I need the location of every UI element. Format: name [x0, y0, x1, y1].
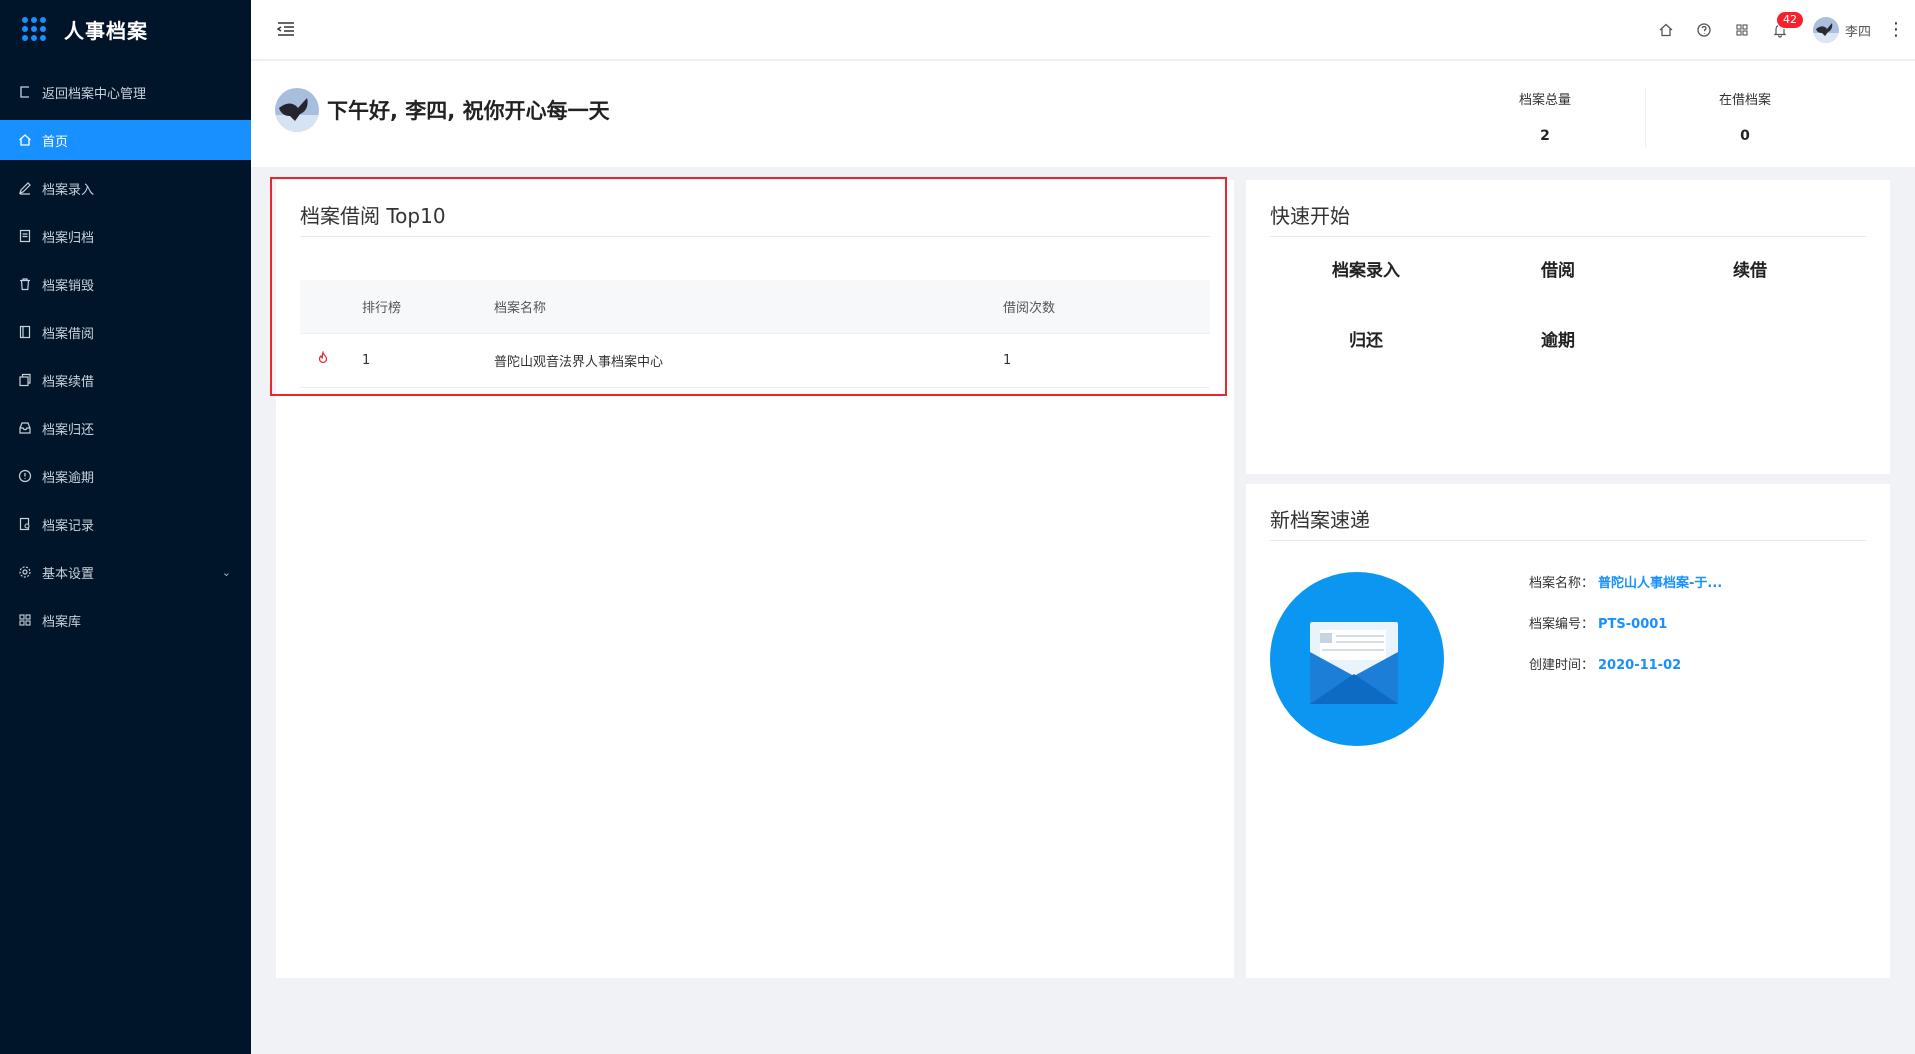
menu-fold-icon[interactable] [275, 18, 297, 40]
inbox-icon [18, 421, 32, 435]
card-title: 快速开始 [1270, 204, 1350, 228]
sidebar-item-label: 档案录入 [42, 182, 95, 198]
field-key: 档案编号： [1529, 617, 1595, 632]
archive-code-value: PTS-0001 [1598, 617, 1668, 632]
envelope-icon [1310, 622, 1398, 704]
field-key: 创建时间： [1529, 658, 1595, 673]
sidebar-item-overdue[interactable]: 档案逾期 [0, 456, 251, 496]
sidebar-item-return-archive[interactable]: 档案归还 [0, 408, 251, 448]
highlight-box [270, 177, 1227, 396]
sidebar-item-destroy[interactable]: 档案销毁 [0, 264, 251, 304]
sidebar-item-label: 档案借阅 [42, 326, 95, 342]
greeting-text: 下午好, 李四, 祝你开心每一天 [327, 99, 610, 123]
mail-illustration [1270, 572, 1444, 746]
new-archive-card: 新档案速递 档案名称： 普陀山人事档案-于... 档案编号： PTS-0001 创建… [1246, 484, 1890, 978]
help-icon[interactable] [1695, 21, 1713, 39]
field-key: 档案名称： [1529, 576, 1595, 591]
sidebar-item-archive[interactable]: 档案归档 [0, 216, 251, 256]
sidebar-item-label: 档案销毁 [42, 278, 95, 294]
quick-borrow-button[interactable]: 借阅 [1462, 256, 1654, 281]
return-icon [18, 85, 32, 99]
quick-start-grid: 档案录入 借阅 续借 归还 逾期 [1270, 256, 1846, 351]
divider [1270, 236, 1866, 237]
sidebar-item-label: 档案库 [42, 614, 82, 630]
sidebar: 人事档案 返回档案中心管理 首页 档案录入 档案归档 档案销毁 档案借阅 档案续… [0, 0, 251, 1054]
sidebar-item-library[interactable]: 档案库 [0, 600, 251, 640]
quick-renew-button[interactable]: 续借 [1654, 256, 1846, 281]
sidebar-item-label: 返回档案中心管理 [42, 86, 147, 102]
chevron-down-icon: ⌄ [221, 565, 231, 579]
header-actions: 42 李四 ⋮ [1647, 0, 1905, 60]
sidebar-item-settings[interactable]: 基本设置 ⌄ [0, 552, 251, 592]
sidebar-item-label: 基本设置 [42, 566, 95, 582]
divider [1270, 540, 1866, 541]
edit-icon [18, 181, 32, 195]
sidebar-item-label: 档案记录 [42, 518, 95, 534]
apps-grid-icon[interactable] [22, 17, 46, 41]
sidebar-item-label: 档案逾期 [42, 470, 95, 486]
more-vertical-icon[interactable]: ⋮ [1887, 21, 1905, 39]
gear-icon [18, 565, 32, 579]
apps-icon[interactable] [1733, 21, 1751, 39]
notification-badge: 42 [1775, 11, 1804, 29]
avatar [1812, 17, 1839, 43]
bell-icon[interactable]: 42 [1771, 11, 1804, 39]
user-menu[interactable]: 李四 [1812, 17, 1871, 43]
greeting-panel: 下午好, 李四, 祝你开心每一天 档案总量 2 在借档案 0 [251, 61, 1915, 167]
avatar [275, 88, 319, 132]
stat-label: 档案总量 [1518, 93, 1571, 108]
sidebar-item-label: 档案归档 [42, 230, 95, 246]
archive-name-link[interactable]: 普陀山人事档案-于... [1598, 576, 1722, 591]
archive-name-field: 档案名称： 普陀山人事档案-于... [1529, 572, 1722, 591]
home-icon[interactable] [1657, 21, 1675, 39]
sidebar-item-return[interactable]: 返回档案中心管理 [0, 72, 251, 112]
archive-date-field: 创建时间： 2020-11-02 [1529, 654, 1681, 673]
record-icon [18, 517, 32, 531]
card-title: 新档案速递 [1270, 508, 1370, 532]
user-name: 李四 [1844, 24, 1871, 40]
stat-value: 0 [1740, 128, 1750, 144]
book-icon [18, 325, 32, 339]
archive-date-value: 2020-11-02 [1598, 658, 1682, 673]
quick-overdue-button[interactable]: 逾期 [1462, 326, 1654, 351]
alert-circle-icon [18, 469, 32, 483]
sidebar-item-entry[interactable]: 档案录入 [0, 168, 251, 208]
home-icon [18, 133, 32, 147]
stat-borrowed: 在借档案 0 [1645, 89, 1845, 144]
brand: 人事档案 [0, 0, 251, 58]
sidebar-item-borrow[interactable]: 档案借阅 [0, 312, 251, 352]
quick-return-button[interactable]: 归还 [1270, 326, 1462, 351]
trash-icon [18, 277, 32, 291]
stat-label: 在借档案 [1718, 93, 1771, 108]
stat-value: 2 [1540, 128, 1550, 144]
sidebar-item-label: 档案续借 [42, 374, 95, 390]
sidebar-item-records[interactable]: 档案记录 [0, 504, 251, 544]
copy-icon [18, 373, 32, 387]
sidebar-item-renew[interactable]: 档案续借 [0, 360, 251, 400]
sidebar-item-label: 首页 [42, 134, 69, 150]
app-title: 人事档案 [64, 18, 148, 43]
grid-icon [18, 613, 32, 627]
stat-total: 档案总量 2 [1445, 89, 1645, 144]
archive-icon [18, 229, 32, 243]
sidebar-item-home[interactable]: 首页 [0, 120, 251, 160]
sidebar-menu: 返回档案中心管理 首页 档案录入 档案归档 档案销毁 档案借阅 档案续借 档案归… [0, 72, 251, 640]
archive-code-field: 档案编号： PTS-0001 [1529, 613, 1667, 632]
sidebar-item-label: 档案归还 [42, 422, 95, 438]
quick-entry-button[interactable]: 档案录入 [1270, 256, 1462, 281]
top-header: 42 李四 ⋮ [251, 0, 1915, 60]
quick-start-card: 快速开始 档案录入 借阅 续借 归还 逾期 [1246, 180, 1890, 474]
